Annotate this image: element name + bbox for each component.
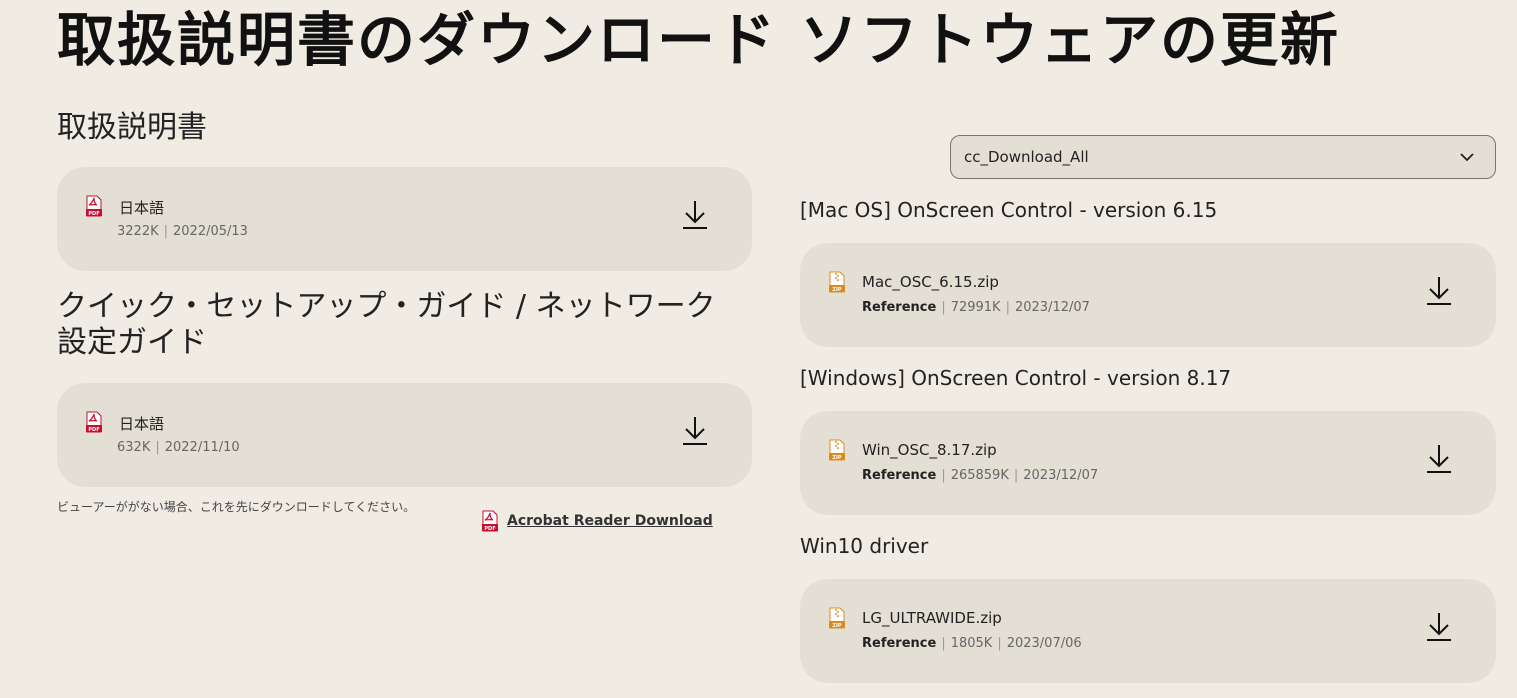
download-icon[interactable]: [680, 413, 710, 447]
svg-text:PDF: PDF: [88, 427, 99, 433]
file-name: Win_OSC_8.17.zip: [862, 441, 997, 459]
group-title-mac: [Mac OS] OnScreen Control - version 6.15: [800, 198, 1218, 222]
file-card-mac-osc: ZIP Mac_OSC_6.15.zip Reference | 72991K | 20…: [800, 243, 1496, 347]
file-size: 72991K: [950, 300, 1001, 315]
file-date: 2023/12/07: [1014, 300, 1090, 315]
file-name: 日本語: [119, 199, 165, 217]
software-heading: ソフトウェアの更新: [800, 6, 1341, 74]
svg-text:ZIP: ZIP: [832, 623, 841, 629]
file-meta: Reference | 1805K | 2023/07/06: [862, 636, 1082, 651]
group-title-windows: [Windows] OnScreen Control - version 8.1…: [800, 366, 1232, 390]
file-date: 2022/05/13: [173, 224, 248, 239]
chevron-down-icon: [1460, 153, 1474, 162]
file-card-win-osc: ZIP Win_OSC_8.17.zip Reference | 265859K | 2…: [800, 411, 1496, 515]
viewer-note: ビューアーががない場合、これを先にダウンロードしてください。: [57, 500, 416, 514]
pdf-icon: PDF: [482, 510, 498, 532]
svg-text:PDF: PDF: [88, 211, 99, 217]
file-name: LG_ULTRAWIDE.zip: [862, 609, 1002, 627]
group-title-win10-driver: Win10 driver: [800, 534, 929, 558]
zip-icon: ZIP: [829, 607, 845, 629]
zip-icon: ZIP: [829, 271, 845, 293]
file-tag: Reference: [862, 300, 937, 315]
download-icon[interactable]: [1424, 273, 1454, 307]
download-icon[interactable]: [1424, 609, 1454, 643]
file-name: Mac_OSC_6.15.zip: [862, 273, 999, 291]
filter-selected-value: cc_Download_All: [964, 148, 1089, 166]
file-card-quick-setup-ja: PDF 日本語 632K | 2022/11/10: [57, 383, 752, 487]
acrobat-reader-download-link[interactable]: PDF Acrobat Reader Download: [481, 510, 713, 532]
file-size: 1805K: [950, 636, 993, 651]
download-icon[interactable]: [1424, 441, 1454, 475]
download-filter-select[interactable]: cc_Download_All: [950, 135, 1496, 179]
file-meta: 3222K | 2022/05/13: [117, 224, 248, 239]
file-meta: 632K | 2022/11/10: [117, 440, 240, 455]
file-tag: Reference: [862, 468, 937, 483]
file-date: 2023/07/06: [1006, 636, 1082, 651]
pdf-icon: PDF: [86, 411, 102, 433]
file-size: 3222K: [117, 224, 159, 239]
file-date: 2023/12/07: [1023, 468, 1099, 483]
svg-text:ZIP: ZIP: [832, 455, 841, 461]
file-tag: Reference: [862, 636, 937, 651]
svg-text:ZIP: ZIP: [832, 287, 841, 293]
manuals-heading: 取扱説明書のダウンロード: [57, 6, 778, 74]
file-size: 632K: [117, 440, 151, 455]
acrobat-link-label: Acrobat Reader Download: [507, 513, 713, 529]
file-card-manual-ja: PDF 日本語 3222K | 2022/05/13: [57, 167, 752, 271]
file-size: 265859K: [950, 468, 1009, 483]
file-card-lg-ultrawide: ZIP LG_ULTRAWIDE.zip Reference | 1805K | 202…: [800, 579, 1496, 683]
file-meta: Reference | 265859K | 2023/12/07: [862, 468, 1099, 483]
section-title-manual: 取扱説明書: [57, 110, 207, 145]
svg-text:PDF: PDF: [484, 526, 495, 532]
file-date: 2022/11/10: [164, 440, 240, 455]
download-icon[interactable]: [680, 197, 710, 231]
file-meta: Reference | 72991K | 2023/12/07: [862, 300, 1090, 315]
section-title-quick-setup: クイック・セットアップ・ガイド / ネットワーク設定ガイド: [57, 289, 716, 360]
zip-icon: ZIP: [829, 439, 845, 461]
pdf-icon: PDF: [86, 195, 102, 217]
file-name: 日本語: [119, 415, 165, 433]
